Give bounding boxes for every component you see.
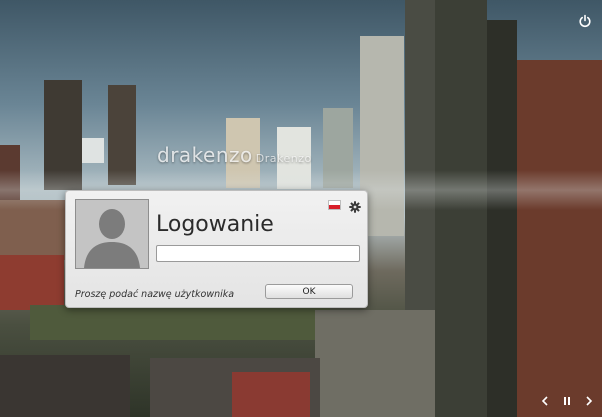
login-dialog: Logowanie Proszę podać nazwę użytkownika…	[65, 190, 368, 308]
login-screen: drakenzo Drakenzo Logowanie Proszę podać…	[0, 0, 602, 417]
dialog-title: Logowanie	[156, 212, 274, 237]
chevron-right-icon[interactable]	[585, 395, 593, 409]
power-icon[interactable]	[578, 13, 592, 28]
gear-icon[interactable]	[349, 198, 361, 213]
flag-pl-icon[interactable]	[328, 200, 341, 210]
username-input[interactable]	[156, 245, 360, 262]
hostname-label: drakenzo Drakenzo	[157, 143, 312, 167]
chevron-left-icon[interactable]	[541, 395, 549, 409]
user-silhouette-icon	[76, 200, 148, 268]
username-prompt: Proszę podać nazwę użytkownika	[75, 289, 235, 300]
hostname-sub: Drakenzo	[255, 152, 312, 165]
pause-icon[interactable]	[563, 395, 571, 409]
ok-button[interactable]: OK	[265, 284, 353, 299]
user-avatar	[75, 199, 149, 269]
hostname-main: drakenzo	[157, 143, 253, 167]
